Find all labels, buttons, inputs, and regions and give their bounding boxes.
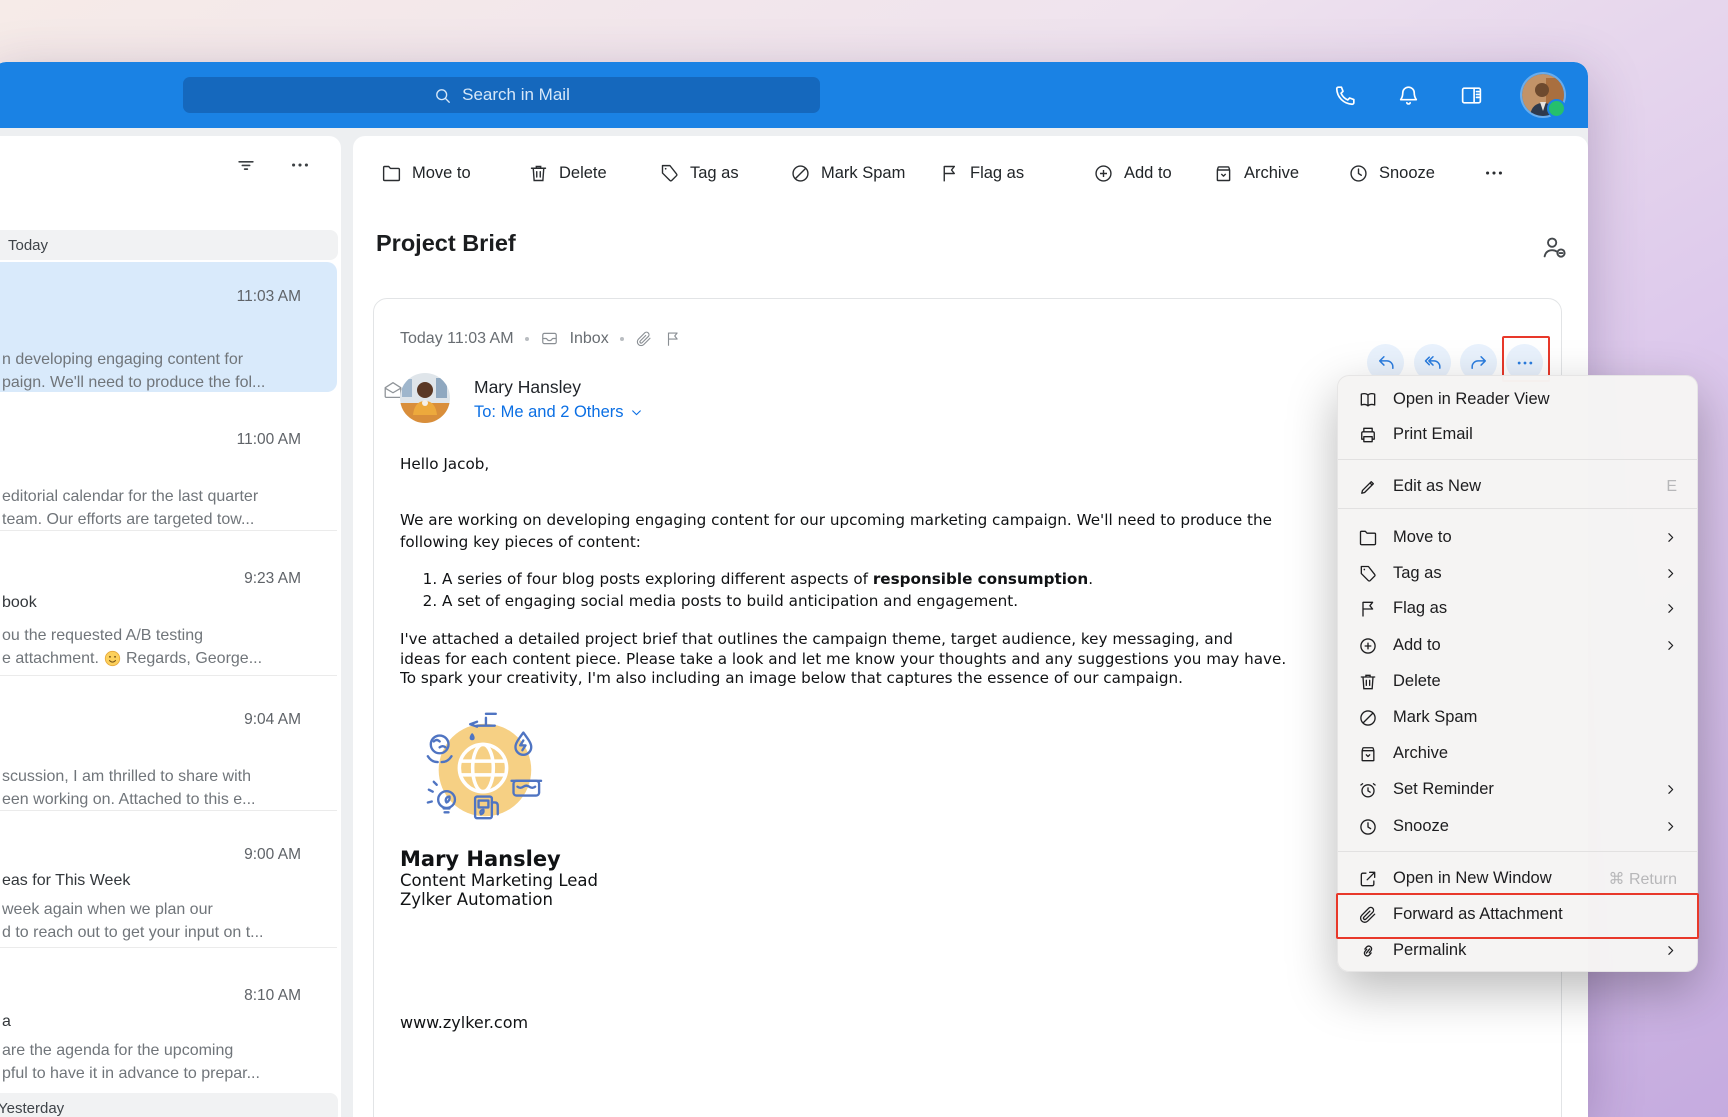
toolbar-flag-as-button[interactable]: Flag as (939, 152, 1024, 194)
more-icon[interactable] (289, 154, 311, 176)
trash-icon (1358, 672, 1378, 692)
chevron-right-icon (1664, 602, 1677, 615)
more-icon (1483, 162, 1505, 184)
chevron-right-icon (1664, 783, 1677, 796)
bell-icon[interactable] (1396, 83, 1421, 108)
toolbar-tag-as-button[interactable]: Tag as (659, 152, 739, 194)
archive-icon (1213, 163, 1234, 184)
list-item[interactable]: 9:23 AM book ou the requested A/B testin… (0, 530, 337, 676)
menu-item-flag-as[interactable]: Flag as (1338, 591, 1697, 626)
tag-icon (1358, 564, 1378, 584)
folder-icon (381, 163, 402, 184)
message-date: Today 11:03 AM (400, 329, 514, 347)
toolbar-add-to-button[interactable]: Add to (1093, 152, 1172, 194)
message-subject: Project Brief (376, 230, 516, 256)
search-placeholder: Search in Mail (462, 85, 570, 104)
spam-icon (790, 163, 811, 184)
alarm-icon (1358, 780, 1378, 800)
attachment-icon (635, 330, 653, 348)
tag-icon (659, 163, 680, 184)
menu-item-delete[interactable]: Delete (1338, 664, 1697, 699)
pencil-icon (1358, 477, 1378, 497)
list-item[interactable]: 9:04 AM scussion, I am thrilled to share… (0, 675, 337, 811)
recipients-toggle[interactable]: To: Me and 2 Others (474, 403, 643, 422)
message-folder: Inbox (569, 329, 609, 347)
smiley-emoji (104, 650, 121, 667)
menu-item-mark-spam[interactable]: Mark Spam (1338, 700, 1697, 735)
menu-item-add-to[interactable]: Add to (1338, 628, 1697, 663)
reader-view-icon (1358, 390, 1378, 410)
chevron-right-icon (1664, 531, 1677, 544)
phone-icon[interactable] (1333, 83, 1358, 108)
paperclip-icon (1358, 905, 1378, 925)
toolbar-snooze-button[interactable]: Snooze (1348, 152, 1435, 194)
flag-icon[interactable] (664, 330, 682, 348)
toolbar-delete-button[interactable]: Delete (528, 152, 607, 194)
menu-item-print-email[interactable]: Print Email (1338, 417, 1697, 452)
reading-pane-icon[interactable] (1459, 83, 1484, 108)
toolbar-archive-button[interactable]: Archive (1213, 152, 1299, 194)
menu-item-open-in-reader-view[interactable]: Open in Reader View (1338, 382, 1697, 417)
external-link-icon (1358, 869, 1378, 889)
plus-circle-icon (1093, 163, 1114, 184)
sustainability-illustration-image (426, 712, 543, 819)
list-item[interactable]: 8:10 AM a are the agenda for the upcomin… (0, 947, 337, 1090)
chevron-down-icon (630, 406, 643, 419)
chevron-right-icon (1664, 639, 1677, 652)
link-icon (1358, 941, 1378, 961)
share-contact-icon[interactable] (1539, 232, 1569, 262)
sender-avatar[interactable] (400, 373, 450, 423)
toolbar-move-to-button[interactable]: Move to (381, 152, 471, 194)
search-icon (433, 86, 452, 105)
flag-icon (1358, 599, 1378, 619)
toolbar-mark-spam-button[interactable]: Mark Spam (790, 152, 905, 194)
screenshot-stage: Search in Mail Today 11:03 AM n developi… (0, 0, 1728, 1117)
shortcut-hint: ⌘ Return (1608, 870, 1677, 888)
chevron-right-icon (1664, 944, 1677, 957)
filter-icon[interactable] (235, 154, 257, 176)
menu-item-move-to[interactable]: Move to (1338, 520, 1697, 555)
inbox-icon (540, 329, 559, 348)
email-context-menu: Open in Reader View Print Email Edit as … (1336, 375, 1699, 972)
online-status-dot (1547, 99, 1566, 118)
clock-icon (1358, 817, 1378, 837)
trash-icon (528, 163, 549, 184)
list-item[interactable]: 9:00 AM eas for This Week week again whe… (0, 810, 337, 948)
menu-item-edit-as-new[interactable]: Edit as New E (1338, 469, 1697, 504)
toolbar-more-button[interactable] (1483, 152, 1505, 194)
folder-icon (1358, 528, 1378, 548)
archive-icon (1358, 744, 1378, 764)
menu-item-forward-as-attachment[interactable]: Forward as Attachment (1338, 897, 1697, 932)
date-header-today: Today (0, 230, 338, 260)
flag-icon (939, 163, 960, 184)
search-input[interactable]: Search in Mail (183, 77, 820, 113)
chevron-right-icon (1664, 820, 1677, 833)
list-item[interactable]: 11:03 AM n developing engaging content f… (0, 262, 337, 392)
clock-icon (1348, 163, 1369, 184)
top-app-bar: Search in Mail (0, 62, 1588, 128)
signature-website: www.zylker.com (400, 1012, 529, 1032)
menu-item-permalink[interactable]: Permalink (1338, 933, 1697, 968)
chevron-right-icon (1664, 567, 1677, 580)
date-header-yesterday: Yesterday (0, 1093, 338, 1117)
menu-item-archive[interactable]: Archive (1338, 736, 1697, 771)
plus-circle-icon (1358, 636, 1378, 656)
email-list-panel: Today 11:03 AM n developing engaging con… (0, 136, 341, 1117)
menu-item-tag-as[interactable]: Tag as (1338, 556, 1697, 591)
shortcut-hint: E (1666, 477, 1677, 495)
user-avatar[interactable] (1522, 74, 1566, 118)
printer-icon (1358, 425, 1378, 445)
spam-icon (1358, 708, 1378, 728)
list-item[interactable]: 11:00 AM editorial calendar for the last… (0, 395, 337, 531)
menu-item-set-reminder[interactable]: Set Reminder (1338, 772, 1697, 807)
sender-name[interactable]: Mary Hansley (474, 377, 581, 398)
menu-item-open-in-new-window[interactable]: Open in New Window ⌘ Return (1338, 861, 1697, 896)
menu-item-snooze[interactable]: Snooze (1338, 809, 1697, 844)
